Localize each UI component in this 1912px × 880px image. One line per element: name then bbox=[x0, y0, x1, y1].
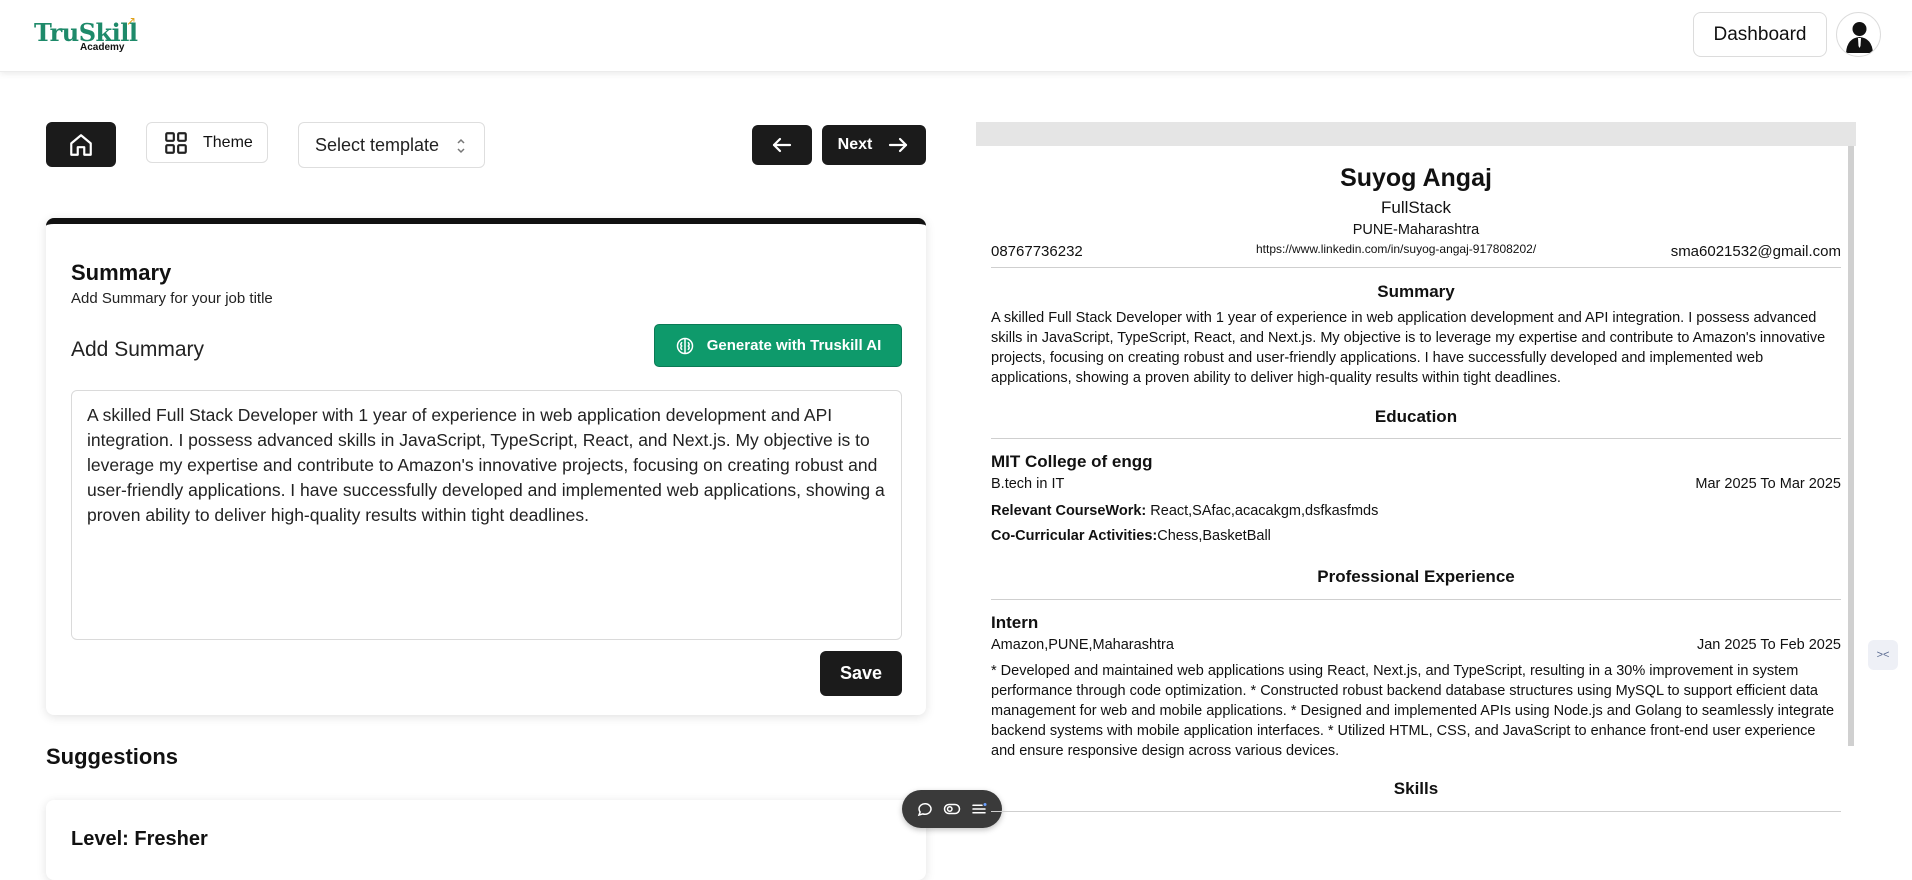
code-icon: >< bbox=[1876, 649, 1890, 661]
resume-job-title: Intern bbox=[991, 613, 1039, 632]
chevron-updown-icon bbox=[457, 138, 465, 154]
side-feedback-tab[interactable]: >< bbox=[1868, 640, 1898, 670]
menu-icon[interactable] bbox=[970, 800, 988, 818]
user-avatar-icon bbox=[1846, 22, 1873, 53]
chat-icon[interactable] bbox=[916, 800, 934, 818]
brain-icon bbox=[676, 337, 693, 354]
logo-subtext: Academy bbox=[80, 42, 125, 53]
summary-textarea[interactable]: A skilled Full Stack Developer with 1 ye… bbox=[71, 390, 902, 640]
toggle-icon[interactable] bbox=[943, 800, 961, 818]
template-select-value: Select template bbox=[315, 134, 440, 155]
resume-job-desc: * Developed and maintained web applicati… bbox=[991, 663, 1835, 759]
divider bbox=[991, 267, 1841, 268]
resume-phone: 08767736232 bbox=[991, 243, 1083, 260]
summary-subtitle: Add Summary for your job title bbox=[71, 290, 273, 307]
activities-value: Chess,BasketBall bbox=[1157, 528, 1271, 544]
resume-summary-heading: Summary bbox=[1377, 282, 1455, 301]
generate-ai-button[interactable]: Generate with Truskill AI bbox=[654, 324, 902, 367]
divider bbox=[991, 438, 1841, 439]
resume-education-heading: Education bbox=[1374, 407, 1458, 426]
resume-school: MIT College of engg bbox=[991, 452, 1153, 471]
next-button[interactable]: Next bbox=[822, 125, 926, 165]
resume-preview: Suyog Angaj FullStack PUNE-Maharashtra 0… bbox=[991, 146, 1841, 857]
floating-toolbar bbox=[902, 790, 1002, 828]
resume-experience-heading: Professional Experience bbox=[1317, 567, 1515, 586]
theme-label: Theme bbox=[203, 133, 253, 151]
resume-role: FullStack bbox=[1381, 198, 1451, 217]
save-button[interactable]: Save bbox=[820, 651, 902, 696]
summary-card: Summary Add Summary for your job title A… bbox=[46, 218, 926, 715]
divider bbox=[991, 811, 1841, 812]
resume-edu-dates: Mar 2025 To Mar 2025 bbox=[1695, 476, 1841, 492]
resume-email[interactable]: sma6021532@gmail.com bbox=[1671, 243, 1841, 260]
resume-skills-heading: Skills bbox=[1393, 779, 1439, 798]
user-avatar[interactable] bbox=[1836, 12, 1881, 57]
resume-summary-text: A skilled Full Stack Developer with 1 ye… bbox=[991, 310, 1826, 386]
logo-spark-icon: ↗ bbox=[126, 14, 137, 28]
add-summary-label: Add Summary bbox=[71, 338, 205, 361]
theme-button[interactable]: Theme bbox=[146, 122, 268, 163]
suggestion-level: Level: Fresher bbox=[71, 828, 208, 850]
summary-title: Summary bbox=[71, 260, 172, 285]
home-button[interactable] bbox=[46, 122, 116, 167]
resume-company: Amazon,PUNE,Maharashtra bbox=[991, 637, 1174, 653]
resume-job-dates: Jan 2025 To Feb 2025 bbox=[1696, 637, 1841, 653]
top-nav-bar: TruSkill ↗ Academy Dashboard bbox=[0, 0, 1912, 72]
coursework-value: React,SAfac,acacakgm,dsfkasfmds bbox=[1146, 503, 1379, 519]
home-icon bbox=[70, 133, 92, 156]
arrow-right-icon bbox=[889, 137, 908, 153]
next-label: Next bbox=[837, 136, 873, 153]
resume-degree: B.tech in IT bbox=[991, 476, 1065, 492]
grid-icon bbox=[165, 131, 187, 154]
preview-scrollbar[interactable] bbox=[1848, 146, 1854, 746]
coursework-label: Relevant CourseWork: bbox=[991, 503, 1147, 519]
previous-button[interactable] bbox=[752, 125, 812, 165]
resume-name: Suyog Angaj bbox=[1340, 164, 1492, 192]
generate-ai-label: Generate with Truskill AI bbox=[706, 337, 882, 354]
resume-activities: Co-Curricular Activities:Chess,BasketBal… bbox=[991, 528, 1271, 544]
divider bbox=[991, 599, 1841, 600]
resume-coursework: Relevant CourseWork: React,SAfac,acacakg… bbox=[991, 503, 1378, 519]
suggestions-heading: Suggestions bbox=[46, 744, 179, 769]
activities-label: Co-Curricular Activities: bbox=[991, 528, 1158, 544]
resume-location: PUNE-Maharashtra bbox=[1352, 222, 1480, 238]
truskill-logo[interactable]: TruSkill ↗ Academy bbox=[34, 14, 144, 54]
suggestion-card[interactable]: Level: Fresher bbox=[46, 800, 926, 880]
dashboard-button[interactable]: Dashboard bbox=[1693, 12, 1827, 57]
arrow-left-icon bbox=[772, 137, 792, 153]
template-select[interactable]: Select template bbox=[298, 122, 485, 168]
preview-topbar bbox=[976, 122, 1856, 146]
resume-linkedin[interactable]: https://www.linkedin.com/in/suyog-angaj-… bbox=[1256, 242, 1536, 256]
